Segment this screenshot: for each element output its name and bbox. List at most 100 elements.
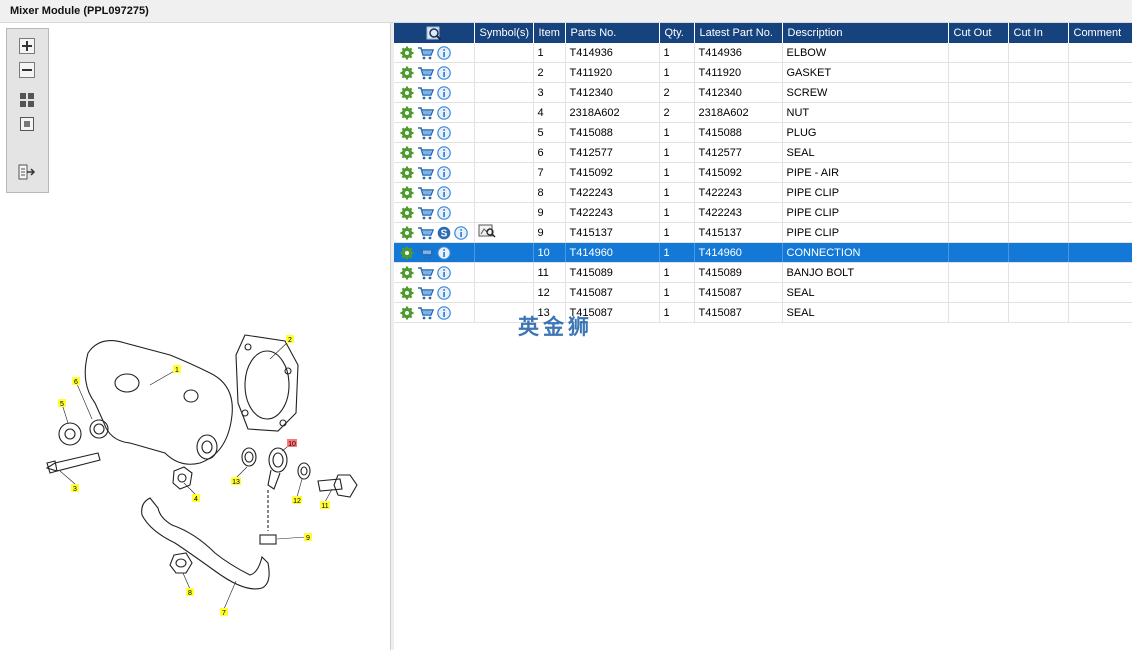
table-row[interactable]: 9 T422243 1 T422243 PIPE CLIP (394, 202, 1132, 223)
table-row[interactable]: 10 T414960 1 T414960 CONNECTION (394, 242, 1132, 263)
gear-icon[interactable] (400, 66, 414, 80)
zoom-out-button[interactable] (15, 59, 39, 81)
gear-icon[interactable] (400, 226, 414, 240)
description-cell: SEAL (782, 282, 949, 303)
info-icon[interactable] (437, 125, 451, 140)
cut-in-cell (1008, 62, 1069, 83)
cut-out-cell (948, 43, 1009, 63)
cut-in-cell (1008, 202, 1069, 223)
symbols-cell (474, 82, 534, 103)
export-button[interactable] (15, 161, 39, 183)
gear-icon[interactable] (400, 306, 414, 320)
table-row[interactable]: 3 T412340 2 T412340 SCREW (394, 82, 1132, 103)
description-cell: GASKET (782, 62, 949, 83)
info-icon[interactable] (437, 165, 451, 180)
callout-13: 13 (232, 479, 240, 486)
column-header-cut-out[interactable]: Cut Out (948, 23, 1009, 43)
row-actions-cell (394, 62, 475, 83)
cart-icon[interactable] (417, 286, 434, 300)
column-header-latest-part-no[interactable]: Latest Part No. (694, 23, 783, 43)
cart-icon[interactable] (417, 306, 434, 320)
callout-12: 12 (293, 498, 301, 505)
search-parts-icon (426, 26, 442, 41)
item-cell: 6 (533, 142, 566, 163)
column-header-tools[interactable] (394, 23, 475, 43)
table-row[interactable]: 13 T415087 1 T415087 SEAL (394, 302, 1132, 323)
cart-icon[interactable] (417, 46, 434, 60)
info-icon[interactable] (437, 245, 451, 260)
supersession-icon[interactable]: S (437, 226, 451, 240)
cart-icon[interactable] (417, 146, 434, 160)
cart-icon[interactable] (417, 186, 434, 200)
gear-icon[interactable] (400, 146, 414, 160)
cart-icon[interactable] (417, 166, 434, 180)
quantity-cell: 1 (659, 182, 695, 203)
gear-icon[interactable] (400, 246, 414, 260)
gear-icon[interactable] (400, 86, 414, 100)
description-cell: PIPE CLIP (782, 222, 949, 243)
symbols-cell (474, 182, 534, 203)
gear-icon[interactable] (400, 46, 414, 60)
info-icon[interactable] (437, 65, 451, 80)
gear-icon[interactable] (400, 206, 414, 220)
info-icon[interactable] (437, 265, 451, 280)
column-header-item[interactable]: Item (533, 23, 566, 43)
column-header-parts-no[interactable]: Parts No. (565, 23, 660, 43)
info-icon[interactable] (437, 45, 451, 60)
row-actions-cell (394, 142, 475, 163)
actual-size-button[interactable] (15, 113, 39, 135)
cart-icon[interactable] (417, 266, 434, 280)
cart-icon[interactable] (417, 246, 434, 260)
table-row[interactable]: 1 T414936 1 T414936 ELBOW (394, 43, 1132, 63)
column-header-cut-in[interactable]: Cut In (1008, 23, 1069, 43)
window-titlebar: Mixer Module (PPL097275) (0, 0, 1132, 23)
info-icon[interactable] (437, 85, 451, 100)
table-row[interactable]: 11 T415089 1 T415089 BANJO BOLT (394, 262, 1132, 283)
column-header-symbols[interactable]: Symbol(s) (474, 23, 534, 43)
gear-icon[interactable] (400, 106, 414, 120)
column-header-qty[interactable]: Qty. (659, 23, 695, 43)
info-icon[interactable] (437, 185, 451, 200)
gear-icon[interactable] (400, 166, 414, 180)
connection-part (268, 447, 288, 473)
quantity-cell: 1 (659, 222, 695, 243)
callout-8: 8 (188, 590, 192, 597)
table-row[interactable]: S 9 T415137 1 T415137 PIPE CLIP (394, 222, 1132, 243)
cut-out-cell (948, 302, 1009, 323)
export-icon (18, 164, 36, 180)
table-row[interactable]: 8 T422243 1 T422243 PIPE CLIP (394, 182, 1132, 203)
latest-part-number-cell: T412577 (694, 142, 783, 163)
gear-icon[interactable] (400, 266, 414, 280)
row-actions-cell (394, 202, 475, 223)
fit-all-button[interactable] (15, 89, 39, 111)
cart-icon[interactable] (417, 66, 434, 80)
info-icon[interactable] (437, 205, 451, 220)
info-icon[interactable] (437, 285, 451, 300)
gear-icon[interactable] (400, 186, 414, 200)
illustration-pane[interactable]: 1 2 3 5 6 4 13 10 12 11 9 8 7 (0, 23, 391, 650)
info-icon[interactable] (437, 145, 451, 160)
table-row[interactable]: 2 T411920 1 T411920 GASKET (394, 62, 1132, 83)
table-row[interactable]: 4 2318A602 2 2318A602 NUT (394, 102, 1132, 123)
gear-icon[interactable] (400, 126, 414, 140)
table-row[interactable]: 7 T415092 1 T415092 PIPE - AIR (394, 162, 1132, 183)
table-row[interactable]: 12 T415087 1 T415087 SEAL (394, 282, 1132, 303)
row-actions-cell (394, 82, 475, 103)
item-cell: 8 (533, 182, 566, 203)
column-header-description[interactable]: Description (782, 23, 949, 43)
cart-icon[interactable] (417, 86, 434, 100)
info-icon[interactable] (454, 225, 468, 240)
info-icon[interactable] (437, 305, 451, 320)
table-row[interactable]: 5 T415088 1 T415088 PLUG (394, 122, 1132, 143)
zoom-in-button[interactable] (15, 35, 39, 57)
cart-icon[interactable] (417, 106, 434, 120)
gear-icon[interactable] (400, 286, 414, 300)
table-row[interactable]: 6 T412577 1 T412577 SEAL (394, 142, 1132, 163)
cart-icon[interactable] (417, 126, 434, 140)
symbol-illustration-icon[interactable] (478, 224, 496, 238)
column-header-comment[interactable]: Comment (1068, 23, 1132, 43)
cart-icon[interactable] (417, 206, 434, 220)
info-icon[interactable] (437, 105, 451, 120)
cart-icon[interactable] (417, 226, 434, 240)
cut-out-cell (948, 262, 1009, 283)
